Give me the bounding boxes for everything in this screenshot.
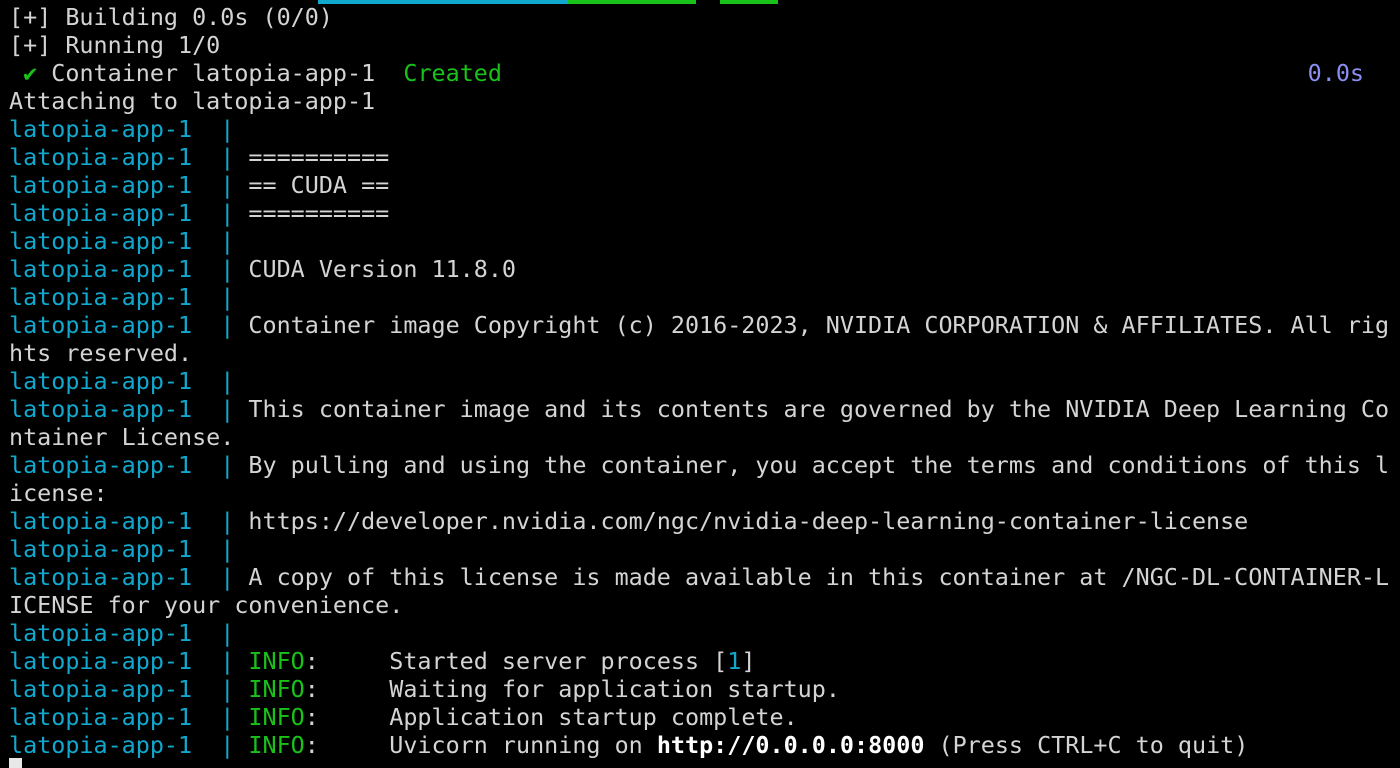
log-prefix: latopia-app-1 | xyxy=(9,143,235,171)
log-message: A copy of this license is made available… xyxy=(248,563,1390,591)
terminal-line: latopia-app-1 | A copy of this license i… xyxy=(9,563,1399,591)
log-message: Application startup complete. xyxy=(389,703,798,731)
log-prefix: latopia-app-1 | xyxy=(9,563,235,591)
line-text: hts reserved. xyxy=(9,339,193,367)
terminal-line: Attaching to latopia-app-1 xyxy=(9,87,1399,115)
line-text: [+] Building 0.0s (0/0) xyxy=(9,3,333,31)
log-message: This container image and its contents ar… xyxy=(248,395,1390,423)
log-message: https://developer.nvidia.com/ngc/nvidia-… xyxy=(248,507,1249,535)
terminal-line: latopia-app-1 | xyxy=(9,367,1399,395)
terminal-line: latopia-app-1 | Container image Copyrigh… xyxy=(9,311,1399,339)
log-prefix: latopia-app-1 | xyxy=(9,283,235,311)
container-label: Container latopia-app-1 xyxy=(51,59,376,87)
log-prefix: latopia-app-1 | xyxy=(9,731,235,759)
log-message: CUDA Version 11.8.0 xyxy=(248,255,516,283)
log-message: Started server process [ xyxy=(389,647,728,675)
log-separator: : xyxy=(304,647,390,675)
terminal-line: latopia-app-1 | xyxy=(9,115,1399,143)
terminal-line: [+] Building 0.0s (0/0) xyxy=(9,3,1399,31)
container-status: Created xyxy=(403,59,502,87)
log-separator: : xyxy=(304,703,390,731)
terminal-window[interactable]: [+] Building 0.0s (0/0) [+] Running 1/0 ✔… xyxy=(0,0,1400,768)
terminal-line: latopia-app-1 | INFO: Started server pro… xyxy=(9,647,1399,675)
log-prefix: latopia-app-1 | xyxy=(9,451,235,479)
log-level: INFO xyxy=(248,675,305,703)
terminal-line: latopia-app-1 | https://developer.nvidia… xyxy=(9,507,1399,535)
terminal-line: latopia-app-1 | CUDA Version 11.8.0 xyxy=(9,255,1399,283)
line-text: [+] Running 1/0 xyxy=(9,31,221,59)
terminal-line: ICENSE for your convenience. xyxy=(9,591,1399,619)
log-separator: : xyxy=(304,675,390,703)
log-prefix: latopia-app-1 | xyxy=(9,535,235,563)
log-prefix: latopia-app-1 | xyxy=(9,619,235,647)
terminal-line: latopia-app-1 | ========== xyxy=(9,143,1399,171)
log-prefix: latopia-app-1 | xyxy=(9,311,235,339)
log-separator: : xyxy=(304,731,390,759)
text-cursor xyxy=(9,758,22,768)
log-prefix: latopia-app-1 | xyxy=(9,507,235,535)
log-message: Uvicorn running on xyxy=(389,731,657,759)
log-prefix: latopia-app-1 | xyxy=(9,703,235,731)
line-text: icense: xyxy=(9,479,108,507)
log-prefix: latopia-app-1 | xyxy=(9,675,235,703)
log-prefix: latopia-app-1 | xyxy=(9,115,235,143)
log-message: By pulling and using the container, you … xyxy=(248,451,1390,479)
terminal-line: latopia-app-1 | This container image and… xyxy=(9,395,1399,423)
line-text: ICENSE for your convenience. xyxy=(9,591,404,619)
terminal-line: latopia-app-1 | By pulling and using the… xyxy=(9,451,1399,479)
terminal-line: latopia-app-1 | xyxy=(9,535,1399,563)
log-prefix: latopia-app-1 | xyxy=(9,199,235,227)
terminal-line: hts reserved. xyxy=(9,339,1399,367)
terminal-line: latopia-app-1 | INFO: Waiting for applic… xyxy=(9,675,1399,703)
log-prefix: latopia-app-1 | xyxy=(9,647,235,675)
elapsed-time: 0.0s xyxy=(1307,59,1364,87)
process-id: 1 xyxy=(727,647,742,675)
terminal-line: latopia-app-1 | INFO: Application startu… xyxy=(9,703,1399,731)
terminal-line: latopia-app-1 | xyxy=(9,619,1399,647)
terminal-line: latopia-app-1 | xyxy=(9,227,1399,255)
log-message: Container image Copyright (c) 2016-2023,… xyxy=(248,311,1390,339)
log-message: ========== xyxy=(248,199,390,227)
terminal-line: latopia-app-1 | INFO: Uvicorn running on… xyxy=(9,731,1399,759)
log-message: == CUDA == xyxy=(248,171,390,199)
terminal-line: ntainer License. xyxy=(9,423,1399,451)
terminal-line: [+] Running 1/0 xyxy=(9,31,1399,59)
server-url: http://0.0.0.0:8000 xyxy=(656,731,925,759)
line-text: Attaching to latopia-app-1 xyxy=(9,87,376,115)
log-message-tail: (Press CTRL+C to quit) xyxy=(924,731,1249,759)
log-message-tail: ] xyxy=(741,647,756,675)
log-level: INFO xyxy=(248,647,305,675)
log-prefix: latopia-app-1 | xyxy=(9,395,235,423)
log-prefix: latopia-app-1 | xyxy=(9,171,235,199)
line-text: ntainer License. xyxy=(9,423,235,451)
log-message: Waiting for application startup. xyxy=(389,675,840,703)
terminal-line: icense: xyxy=(9,479,1399,507)
log-prefix: latopia-app-1 | xyxy=(9,227,235,255)
terminal-line: latopia-app-1 | xyxy=(9,283,1399,311)
log-message: ========== xyxy=(248,143,390,171)
log-prefix: latopia-app-1 | xyxy=(9,367,235,395)
log-level: INFO xyxy=(248,703,305,731)
log-prefix: latopia-app-1 | xyxy=(9,255,235,283)
terminal-line: latopia-app-1 | == CUDA == xyxy=(9,171,1399,199)
checkmark-icon: ✔ xyxy=(23,59,38,87)
terminal-line: latopia-app-1 | ========== xyxy=(9,199,1399,227)
log-level: INFO xyxy=(248,731,305,759)
terminal-line: ✔ Container latopia-app-1 Created 0.0s xyxy=(9,59,1399,87)
